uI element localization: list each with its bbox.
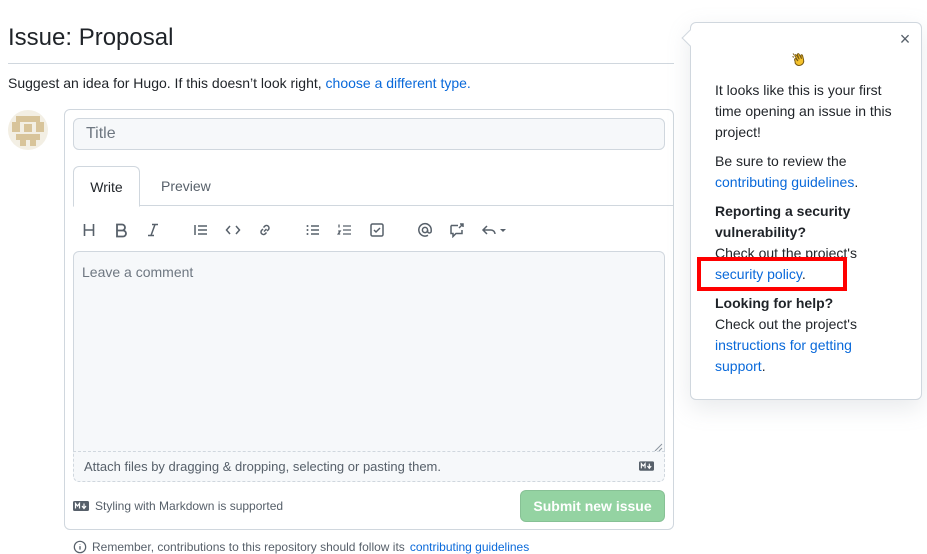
markdown-icon <box>639 461 654 471</box>
help-period: . <box>761 358 766 374</box>
info-icon <box>73 540 87 554</box>
waving-hand-icon <box>792 53 805 66</box>
support-instructions-link[interactable]: instructions for getting support <box>715 337 852 374</box>
attach-files-bar[interactable]: Attach files by dragging & dropping, sel… <box>73 451 665 482</box>
page-subtitle: Suggest an idea for Hugo. If this doesn’… <box>8 75 471 91</box>
code-icon[interactable] <box>221 218 245 242</box>
submit-issue-button[interactable]: Submit new issue <box>520 490 665 522</box>
numbered-list-icon[interactable] <box>333 218 357 242</box>
help-text: Check out the project's <box>715 316 857 332</box>
popover-help: Looking for help? Check out the project'… <box>715 293 905 377</box>
close-icon[interactable]: × <box>897 30 913 48</box>
contribution-guidelines-link[interactable]: contributing guidelines <box>410 540 529 554</box>
popover-intro: It looks like this is your first time op… <box>715 82 892 140</box>
popover-contributing-link[interactable]: contributing guidelines <box>715 174 854 190</box>
help-link-line: instructions for getting support. <box>715 335 905 377</box>
security-policy-highlight <box>697 257 847 291</box>
resize-grip-icon[interactable] <box>653 439 663 452</box>
bold-icon[interactable] <box>109 218 133 242</box>
popover-review: Be sure to review the contributing guide… <box>715 151 905 193</box>
link-icon[interactable] <box>253 218 277 242</box>
title-input[interactable] <box>73 118 665 150</box>
markdown-support-text: Styling with Markdown is supported <box>95 499 284 513</box>
review-period: . <box>854 174 859 190</box>
page-title: Issue: Proposal <box>8 24 174 51</box>
subtitle-text: Suggest an idea for Hugo. If this doesn’… <box>8 75 322 91</box>
choose-type-link[interactable]: choose a different type. <box>326 75 471 91</box>
quote-icon[interactable] <box>189 218 213 242</box>
comment-textarea[interactable] <box>73 251 665 451</box>
tab-preview[interactable]: Preview <box>161 166 211 207</box>
italic-icon[interactable] <box>141 218 165 242</box>
saved-replies-icon[interactable] <box>477 218 513 242</box>
markdown-support-note: Styling with Markdown is supported <box>73 499 283 513</box>
tab-write[interactable]: Write <box>73 166 140 207</box>
reference-icon[interactable] <box>445 218 469 242</box>
task-list-icon[interactable] <box>365 218 389 242</box>
markdown-icon <box>73 501 89 511</box>
avatar <box>8 110 48 150</box>
title-divider <box>8 63 674 64</box>
security-heading: Reporting a security vulnerability? <box>715 203 851 240</box>
attach-files-text: Attach files by dragging & dropping, sel… <box>84 459 441 474</box>
review-text: Be sure to review the <box>715 153 847 169</box>
contribution-note: Remember, contributions to this reposito… <box>73 540 529 554</box>
bulleted-list-icon[interactable] <box>301 218 325 242</box>
heading-icon[interactable] <box>77 218 101 242</box>
mention-icon[interactable] <box>413 218 437 242</box>
help-heading: Looking for help? <box>715 295 834 311</box>
tab-divider <box>73 205 673 206</box>
contribution-note-text: Remember, contributions to this reposito… <box>92 540 405 554</box>
